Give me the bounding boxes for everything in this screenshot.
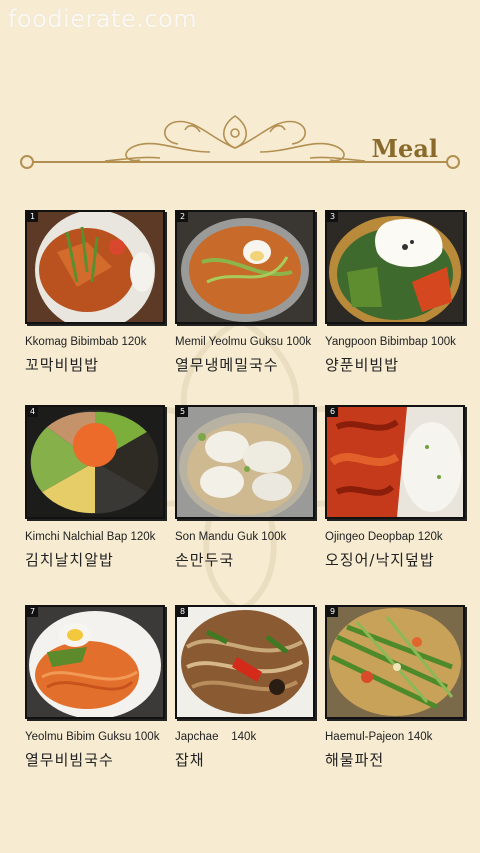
item-name: Yeolmu Bibim Guksu 100k: [25, 731, 160, 743]
food-image: [177, 607, 313, 717]
item-number: 7: [27, 607, 39, 617]
item-name: Haemul-Pajeon 140k: [325, 731, 433, 743]
food-image: [327, 607, 463, 717]
header-ornament: [104, 115, 366, 162]
item-number: 1: [27, 212, 39, 222]
item-number: 8: [177, 607, 189, 617]
menu-item[interactable]: 2 Memil Yeolmu Guksu 100k 열무냉메밀국수: [175, 210, 315, 375]
item-korean-name: 꼬막비빔밥: [25, 356, 100, 374]
item-korean-name: 양푼비빔밥: [325, 356, 400, 374]
item-korean-name: 김치날치알밥: [25, 551, 114, 569]
dish-photo: 2: [175, 210, 315, 324]
dish-photo: 6: [325, 405, 465, 519]
item-korean-name: 오징어/낙지덮밥: [325, 551, 435, 569]
item-number: 2: [177, 212, 189, 222]
food-image: [27, 407, 163, 517]
menu-item[interactable]: 8 Japchae 140k 잡채: [175, 605, 315, 770]
menu-item[interactable]: 1 Kkomag Bibimbab 120k 꼬막비빔밥: [25, 210, 165, 375]
menu-item[interactable]: 9 Haemul-Pajeon 140k 해물파전: [325, 605, 465, 770]
item-name: Kimchi Nalchial Bap 120k: [25, 531, 156, 543]
dish-photo: 1: [25, 210, 165, 324]
food-image: [27, 212, 163, 322]
item-number: 6: [327, 407, 339, 417]
dish-photo: 7: [25, 605, 165, 719]
menu-item[interactable]: 7 Yeolmu Bibim Guksu 100k 열무비빔국수: [25, 605, 165, 770]
item-name: Japchae 140k: [175, 731, 257, 743]
item-name: Yangpoon Bibimbap 100k: [325, 336, 456, 348]
menu-item[interactable]: 4 Kimchi Nalchial Bap 120k 김치날치알밥: [25, 405, 165, 570]
food-image: [177, 212, 313, 322]
item-name: Memil Yeolmu Guksu 100k: [175, 336, 312, 348]
item-korean-name: 열무냉메밀국수: [175, 356, 279, 374]
food-image: [327, 407, 463, 517]
menu-item[interactable]: 3 Yangpoon Bibimbap 100k 양푼비빔밥: [325, 210, 465, 375]
food-image: [177, 407, 313, 517]
item-name: Ojingeo Deopbap 120k: [325, 531, 443, 543]
item-name: Kkomag Bibimbab 120k: [25, 336, 147, 348]
item-korean-name: 손만두국: [175, 551, 235, 569]
item-number: 3: [327, 212, 339, 222]
food-image: [27, 607, 163, 717]
menu-item[interactable]: 6 Ojingeo Deopbap 120k 오징어/낙지덮밥: [325, 405, 465, 570]
dish-photo: 3: [325, 210, 465, 324]
item-number: 5: [177, 407, 189, 417]
item-korean-name: 열무비빔국수: [25, 751, 114, 769]
dish-photo: 4: [25, 405, 165, 519]
dish-photo: 9: [325, 605, 465, 719]
item-number: 4: [27, 407, 39, 417]
divider-end-left: [20, 155, 34, 169]
menu-item[interactable]: 5 Son Mandu Guk 100k 손만두국: [175, 405, 315, 570]
dish-photo: 8: [175, 605, 315, 719]
watermark: foodierate.com: [8, 5, 198, 33]
section-title: Meal: [371, 134, 438, 163]
divider-end-right: [446, 155, 460, 169]
item-korean-name: 잡채: [175, 751, 205, 769]
item-korean-name: 해물파전: [325, 751, 385, 769]
item-number: 9: [327, 607, 339, 617]
item-name: Son Mandu Guk 100k: [175, 531, 287, 543]
food-image: [327, 212, 463, 322]
dish-photo: 5: [175, 405, 315, 519]
